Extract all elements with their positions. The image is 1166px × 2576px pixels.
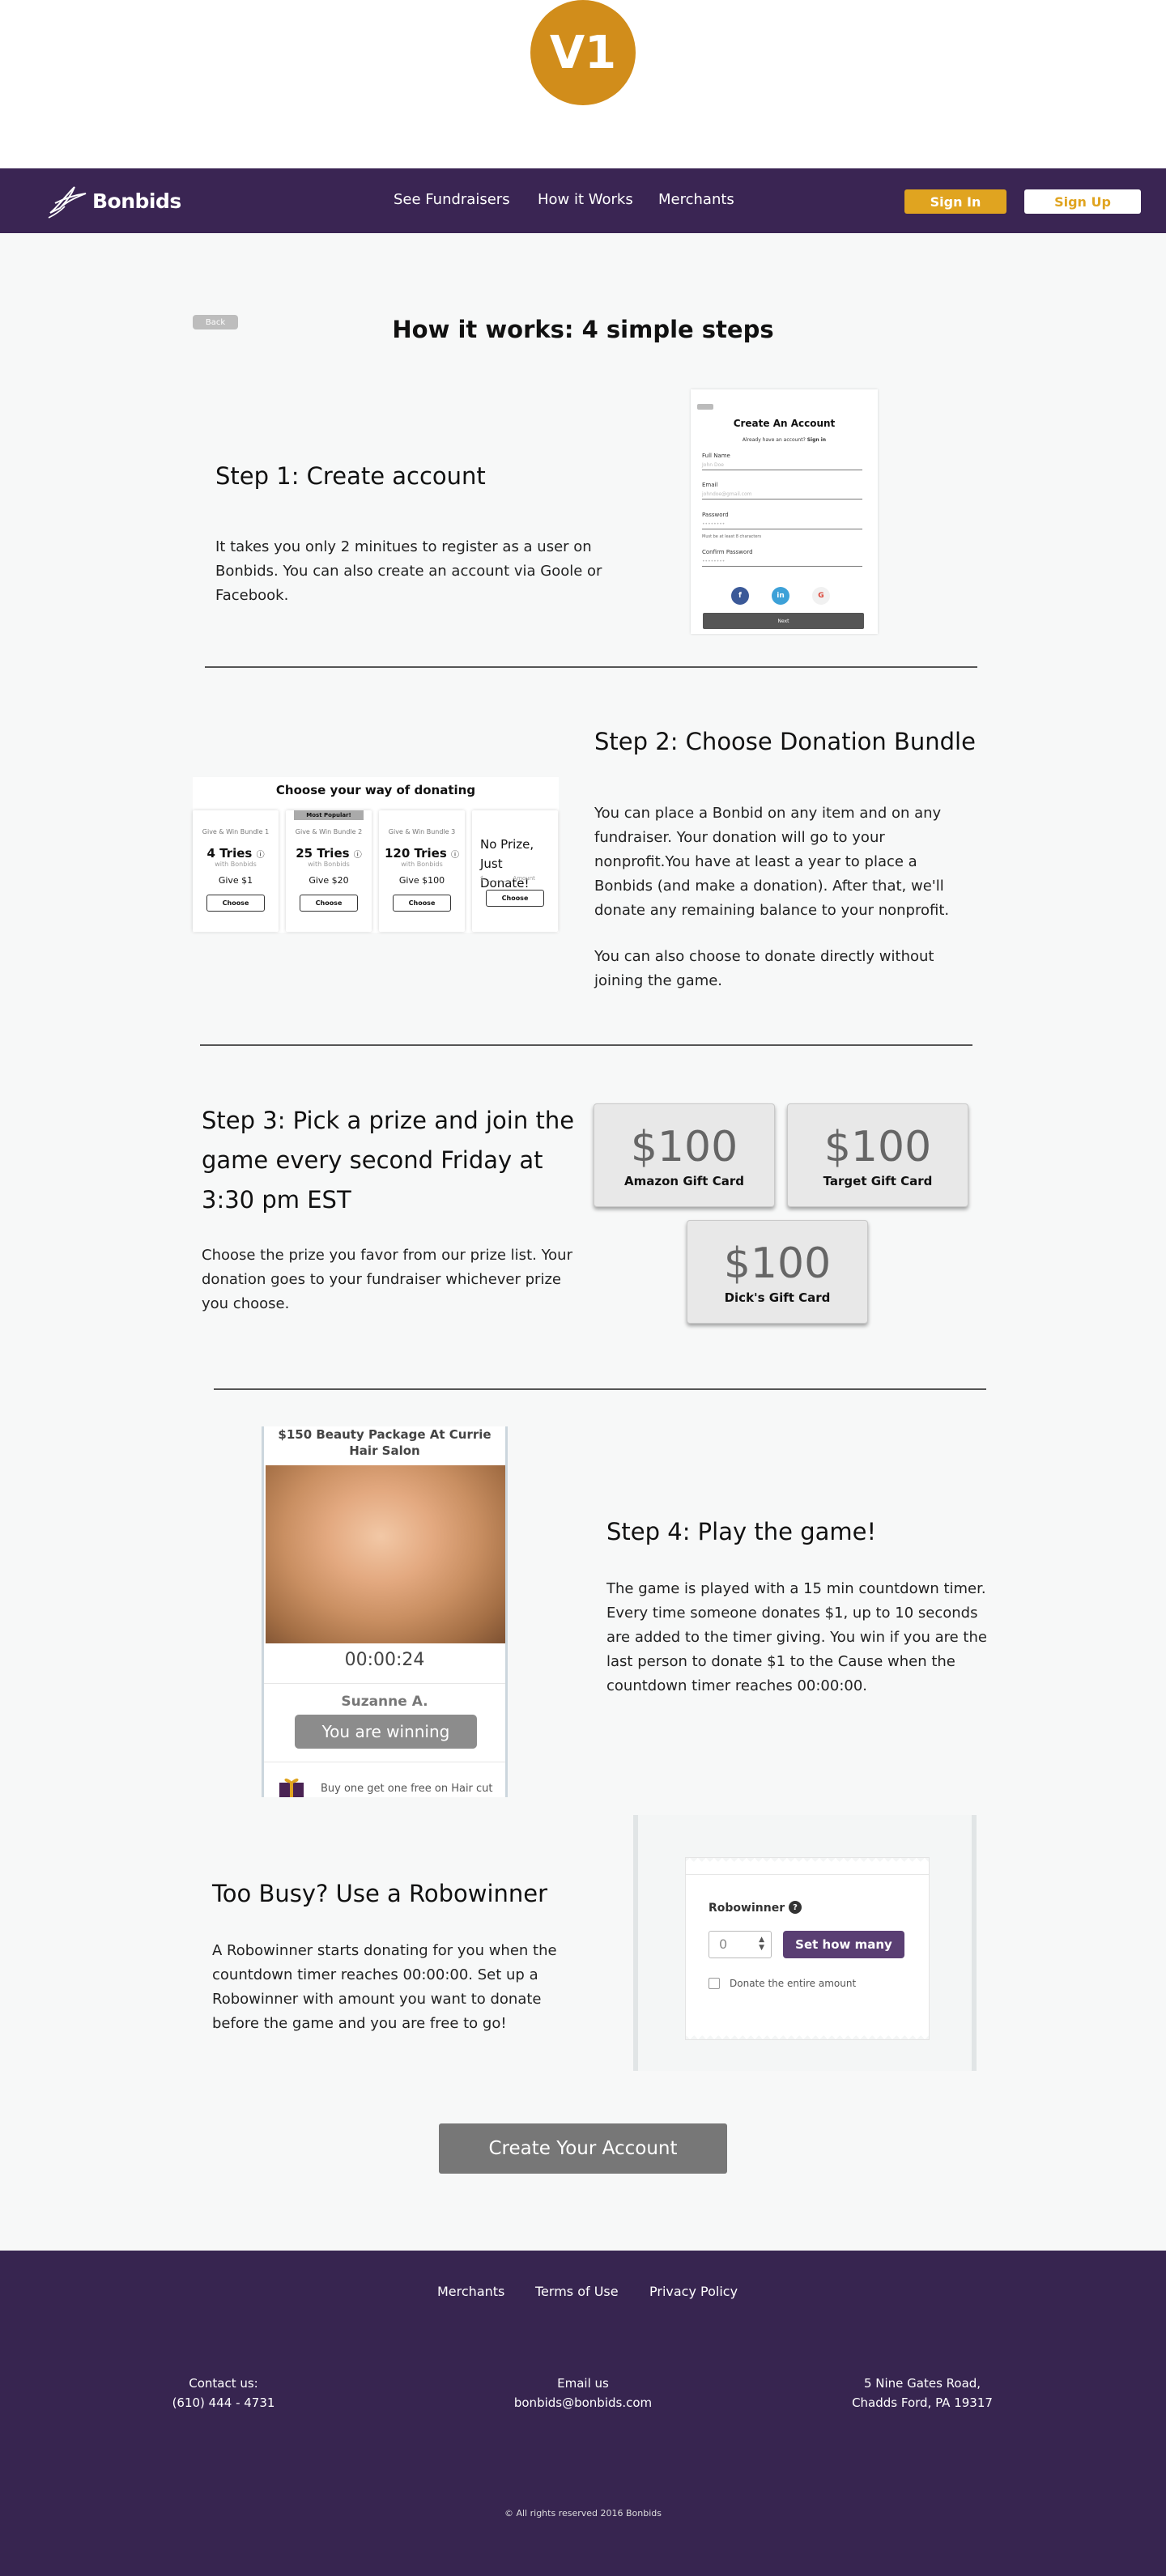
bundle-choose-button: Choose <box>206 895 265 912</box>
prize-card-target: $100 Target Gift Card <box>787 1103 968 1207</box>
most-popular-badge: Most Popular! <box>294 810 364 820</box>
mock-sign-in-link: Sign in <box>806 437 827 443</box>
winning-status: You are winning <box>295 1715 477 1749</box>
step2-body-direct: You can also choose to donate directly w… <box>594 948 934 989</box>
create-account-button[interactable]: Create Your Account <box>439 2123 727 2174</box>
section-divider-3 <box>214 1388 986 1390</box>
bundle-choose-button: Choose <box>393 895 451 912</box>
robowinner-body: A Robowinner starts donating for you whe… <box>212 1942 557 2032</box>
step2-body: You can place a Bonbid on any item and o… <box>594 805 950 919</box>
prize-card-amazon: $100 Amazon Gift Card <box>594 1103 775 1207</box>
mock-divider <box>686 1874 929 1875</box>
mock-confirm-password-field: Confirm Password •••••••• <box>702 549 862 567</box>
donation-bundle-mockup: Choose your way of donating Give & Win B… <box>193 777 559 933</box>
bundle-card-no-prize: No Prize, Just Donate! $ _________ Amoun… <box>472 810 558 932</box>
footer-link-privacy[interactable]: Privacy Policy <box>649 2284 738 2299</box>
robowinner-mockup: Robowinner ? 0 ▲ ▼ Set how many Donate th… <box>633 1815 977 2071</box>
footer-address: 5 Nine Gates Road, Chadds Ford, PA 19317 <box>801 2374 1044 2412</box>
mock-next-button: Next <box>703 613 864 629</box>
mock-email-field: Email johndoe@gmail.com <box>702 482 862 499</box>
robowinner-amount-input: 0 ▲ ▼ <box>709 1931 772 1958</box>
address-line-1: 5 Nine Gates Road, <box>863 2376 981 2391</box>
gift-icon <box>279 1778 304 1797</box>
facebook-icon: f <box>731 587 749 605</box>
bundle-tries: 120 Tries ⓘ <box>385 846 459 861</box>
email-label: Email us <box>557 2376 609 2391</box>
no-prize-label: No Prize, Just Donate! <box>480 837 534 891</box>
sign-up-button[interactable]: Sign Up <box>1024 189 1141 214</box>
mock-account-title: Create An Account <box>733 418 836 429</box>
mock-password-hint: Must be at least 8 characters <box>702 534 762 539</box>
info-icon: ⓘ <box>451 851 459 860</box>
contact-phone[interactable]: (610) 444 - 4731 <box>102 2393 345 2412</box>
stepper-arrows-icon: ▲ ▼ <box>759 1936 764 1952</box>
mock-item-title: $150 Beauty Package At Currie Hair Salon <box>278 1427 492 1458</box>
footer-contact: Contact us: (610) 444 - 4731 <box>102 2374 345 2412</box>
robowinner-label: Robowinner <box>709 1902 785 1915</box>
footer-email: Email us bonbids@bonbids.com <box>462 2374 704 2412</box>
section-divider-2 <box>200 1044 972 1046</box>
sign-in-button[interactable]: Sign In <box>904 189 1006 214</box>
nav-link-see-fundraisers[interactable]: See Fundraisers <box>394 191 510 208</box>
mock-password-field: Password •••••••• <box>702 512 862 529</box>
address-line-2: Chadds Ford, PA 19317 <box>852 2395 993 2410</box>
leading-user: Suzanne A. <box>341 1694 428 1710</box>
nav-link-merchants[interactable]: Merchants <box>658 191 734 208</box>
zigzag-edge <box>686 1858 929 1863</box>
nav-link-how-it-works[interactable]: How it Works <box>538 191 633 208</box>
footer-link-merchants[interactable]: Merchants <box>437 2284 504 2299</box>
copyright: © All rights reserved 2016 Bonbids <box>504 2508 662 2519</box>
bundle-choose-button: Choose <box>486 890 544 907</box>
donate-entire-label: Donate the entire amount <box>730 1978 857 1989</box>
help-icon: ? <box>789 1901 802 1914</box>
amount-field: $ _________ Amount <box>480 875 535 882</box>
mock-account-subtitle: Already have an account? Sign in <box>742 437 827 443</box>
donate-entire-checkbox <box>709 1978 720 1989</box>
bundle-card-1: Give & Win Bundle 1 4 Tries ⓘ with Bonbi… <box>193 810 279 932</box>
brand-logo[interactable]: Bonbids <box>47 180 181 222</box>
step4-title: Step 4: Play the game! <box>606 1518 877 1545</box>
bird-logo-icon <box>48 186 87 219</box>
countdown-timer: 00:00:24 <box>344 1650 425 1670</box>
step2-title: Step 2: Choose Donation Bundle <box>594 728 976 755</box>
navbar: Bonbids See Fundraisers How it Works Mer… <box>0 168 1166 233</box>
mock-back-button <box>697 404 713 410</box>
info-icon: ⓘ <box>256 851 265 860</box>
page-title: How it works: 4 simple steps <box>392 316 774 343</box>
bundle-choose-button: Choose <box>300 895 358 912</box>
brand-name: Bonbids <box>92 189 181 213</box>
step1-body: It takes you only 2 minitues to register… <box>215 538 602 604</box>
email-address[interactable]: bonbids@bonbids.com <box>462 2393 704 2412</box>
footer-link-terms[interactable]: Terms of Use <box>535 2284 619 2299</box>
footer: Merchants Terms of Use Privacy Policy Co… <box>0 2251 1166 2576</box>
google-icon: G <box>812 587 830 605</box>
game-mockup: $150 Beauty Package At Currie Hair Salon… <box>262 1426 508 1797</box>
linkedin-icon: in <box>772 587 789 605</box>
set-how-many-button: Set how many <box>783 1931 904 1958</box>
version-badge: V1 <box>530 0 636 105</box>
robowinner-title: Too Busy? Use a Robowinner <box>212 1880 548 1907</box>
contact-label: Contact us: <box>189 2376 258 2391</box>
step3-body: Choose the prize you favor from our priz… <box>202 1247 572 1312</box>
step4-body: The game is played with a 15 min countdo… <box>606 1580 987 1694</box>
item-photo <box>266 1465 505 1643</box>
create-account-mockup: Create An Account Already have an accoun… <box>691 389 878 634</box>
mock-fullname-field: Full Name John Doe <box>702 453 862 470</box>
promo-text: Buy one get one free on Hair cut <box>321 1783 493 1795</box>
info-icon: ⓘ <box>353 851 362 860</box>
bundle-tries: 4 Tries ⓘ <box>206 846 265 861</box>
bundle-card-3: Give & Win Bundle 3 120 Tries ⓘ with Bon… <box>379 810 465 932</box>
bundle-tries: 25 Tries ⓘ <box>296 846 362 861</box>
zigzag-edge <box>686 2034 929 2039</box>
section-divider-1 <box>205 666 977 668</box>
prize-card-dicks: $100 Dick's Gift Card <box>687 1220 868 1324</box>
mock-divider <box>264 1683 505 1684</box>
mock-bundles-title: Choose your way of donating <box>275 783 476 797</box>
step3-title: Step 3: Pick a prize and join the game e… <box>202 1107 575 1214</box>
robowinner-card: Robowinner ? 0 ▲ ▼ Set how many Donate th… <box>685 1857 930 2040</box>
step1-title: Step 1: Create account <box>215 462 486 490</box>
bundle-card-2: Most Popular! Give & Win Bundle 2 25 Tri… <box>286 810 372 932</box>
